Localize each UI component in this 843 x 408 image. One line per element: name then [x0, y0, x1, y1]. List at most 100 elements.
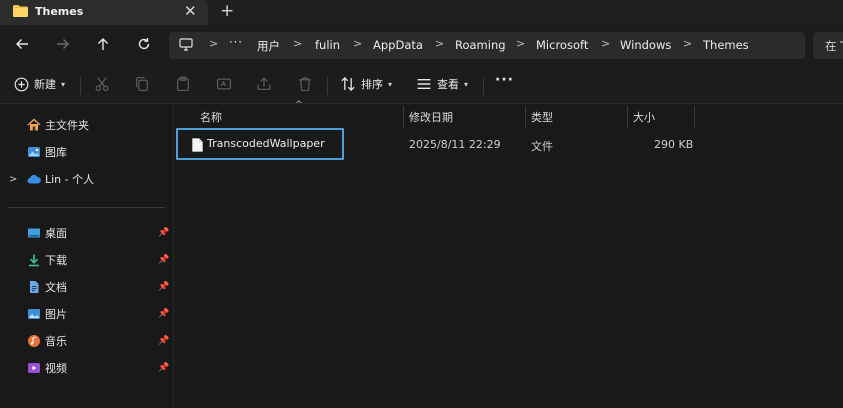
- forward-button[interactable]: [53, 34, 73, 54]
- divider: [80, 77, 81, 95]
- pin-icon[interactable]: 📌: [158, 309, 169, 319]
- delete-button[interactable]: [297, 76, 313, 92]
- rename-button[interactable]: [216, 76, 232, 92]
- rename-icon: [217, 78, 231, 90]
- column-divider[interactable]: [694, 106, 695, 128]
- refresh-icon: [138, 38, 150, 50]
- column-header-type[interactable]: 类型: [531, 109, 553, 131]
- arrow-up-icon: [98, 38, 108, 50]
- sort-icon: [341, 77, 355, 91]
- copy-button[interactable]: [134, 76, 150, 92]
- column-divider[interactable]: [403, 106, 404, 128]
- chevron-right-icon: >: [683, 37, 693, 50]
- sidebar-item-pictures[interactable]: 图片 📌: [0, 303, 173, 325]
- sidebar-item-gallery[interactable]: 图库: [0, 141, 173, 163]
- sidebar-item-desktop[interactable]: 桌面 📌: [0, 222, 173, 244]
- navigation-pane: 主文件夹 图库 > Lin - 个人 桌面 📌 下载 📌 文档 📌 图片 📌 音…: [0, 104, 173, 408]
- breadcrumb-item[interactable]: Microsoft: [536, 38, 588, 52]
- breadcrumb-overflow[interactable]: ···: [229, 35, 243, 49]
- plus-circle-icon: [13, 76, 29, 92]
- sidebar-item-label: Lin - 个人: [45, 173, 95, 186]
- breadcrumb-item[interactable]: Roaming: [455, 38, 506, 52]
- pin-icon[interactable]: 📌: [158, 363, 169, 373]
- breadcrumb-item[interactable]: AppData: [373, 38, 423, 52]
- back-button[interactable]: [12, 34, 32, 54]
- chevron-down-icon: ▾: [464, 79, 469, 89]
- file-type: 文件: [531, 140, 553, 153]
- sidebar-item-downloads[interactable]: 下载 📌: [0, 249, 173, 271]
- new-tab-button[interactable]: +: [220, 1, 234, 21]
- pin-icon[interactable]: 📌: [158, 282, 169, 292]
- navigation-bar: > ··· 用户 > fulin > AppData > Roaming > M…: [0, 25, 843, 66]
- pin-icon[interactable]: 📌: [158, 228, 169, 238]
- cut-button[interactable]: [94, 76, 110, 92]
- trash-icon: [299, 77, 311, 91]
- clipboard-icon: [177, 76, 189, 91]
- sidebar-item-onedrive[interactable]: > Lin - 个人: [0, 168, 173, 190]
- search-input[interactable]: 在 T: [813, 32, 843, 59]
- sidebar-item-music[interactable]: 音乐 📌: [0, 330, 173, 352]
- column-header-modified[interactable]: 修改日期: [409, 109, 453, 131]
- sidebar-item-label: 音乐: [45, 335, 67, 348]
- sidebar-item-documents[interactable]: 文档 📌: [0, 276, 173, 298]
- close-tab-icon[interactable]: ✕: [184, 2, 197, 20]
- cloud-icon: [27, 174, 41, 184]
- breadcrumb-item-current[interactable]: Themes: [703, 38, 749, 52]
- tab-title: Themes: [35, 5, 84, 18]
- chevron-right-icon: >: [293, 37, 303, 50]
- home-icon: [27, 118, 41, 131]
- download-icon: [29, 254, 39, 267]
- column-header-size[interactable]: 大小: [633, 109, 655, 131]
- file-modified: 2025/8/11 22:29: [409, 138, 501, 151]
- divider: [483, 77, 484, 95]
- pin-icon[interactable]: 📌: [158, 255, 169, 265]
- file-icon: [192, 138, 203, 152]
- scissors-icon: [95, 77, 109, 91]
- gallery-icon: [28, 147, 40, 157]
- column-divider[interactable]: [627, 106, 628, 128]
- breadcrumb-item[interactable]: 用户: [257, 38, 280, 54]
- refresh-button[interactable]: [134, 34, 154, 54]
- breadcrumb-item[interactable]: fulin: [315, 38, 340, 52]
- address-bar[interactable]: > ··· 用户 > fulin > AppData > Roaming > M…: [169, 32, 805, 59]
- video-icon: [28, 363, 40, 373]
- sidebar-item-label: 主文件夹: [45, 119, 89, 132]
- table-row[interactable]: TranscodedWallpaper: [176, 128, 344, 160]
- sidebar-item-home[interactable]: 主文件夹: [0, 114, 173, 136]
- sort-ascending-icon: ^: [295, 100, 303, 110]
- tab-themes[interactable]: Themes ✕: [0, 0, 208, 25]
- monitor-icon: [179, 38, 193, 51]
- folder-icon: [13, 5, 28, 17]
- paste-button[interactable]: [175, 76, 191, 92]
- more-options-button[interactable]: ···: [495, 72, 514, 88]
- divider: [8, 207, 165, 208]
- share-icon: [257, 77, 271, 90]
- sort-button[interactable]: 排序 ▾: [340, 76, 392, 92]
- sidebar-item-label: 图片: [45, 308, 67, 321]
- sidebar-item-label: 下载: [45, 254, 67, 267]
- arrow-right-icon: [57, 39, 69, 49]
- search-placeholder: 在 T: [825, 39, 843, 53]
- column-divider[interactable]: [525, 106, 526, 128]
- sort-label: 排序: [361, 78, 383, 91]
- sidebar-item-videos[interactable]: 视频 📌: [0, 357, 173, 379]
- new-label: 新建: [34, 78, 56, 91]
- sidebar-item-label: 图库: [45, 146, 67, 159]
- new-button[interactable]: 新建 ▾: [13, 76, 65, 92]
- sidebar-item-label: 视频: [45, 362, 67, 375]
- chevron-right-icon: >: [516, 37, 526, 50]
- share-button[interactable]: [256, 76, 272, 92]
- file-list: ^ 名称 修改日期 类型 大小 TranscodedWallpaper 2025…: [173, 100, 843, 408]
- divider: [327, 77, 328, 95]
- arrow-left-icon: [16, 39, 28, 49]
- chevron-right-icon[interactable]: >: [9, 174, 17, 185]
- breadcrumb-item[interactable]: Windows: [620, 38, 671, 52]
- sidebar-item-label: 文档: [45, 281, 67, 294]
- document-icon: [30, 281, 39, 293]
- tab-strip: Themes ✕ +: [0, 0, 843, 25]
- view-button[interactable]: 查看 ▾: [416, 76, 468, 92]
- pin-icon[interactable]: 📌: [158, 336, 169, 346]
- up-button[interactable]: [93, 34, 113, 54]
- file-size: 290 KB: [654, 138, 694, 151]
- chevron-right-icon: >: [209, 37, 219, 50]
